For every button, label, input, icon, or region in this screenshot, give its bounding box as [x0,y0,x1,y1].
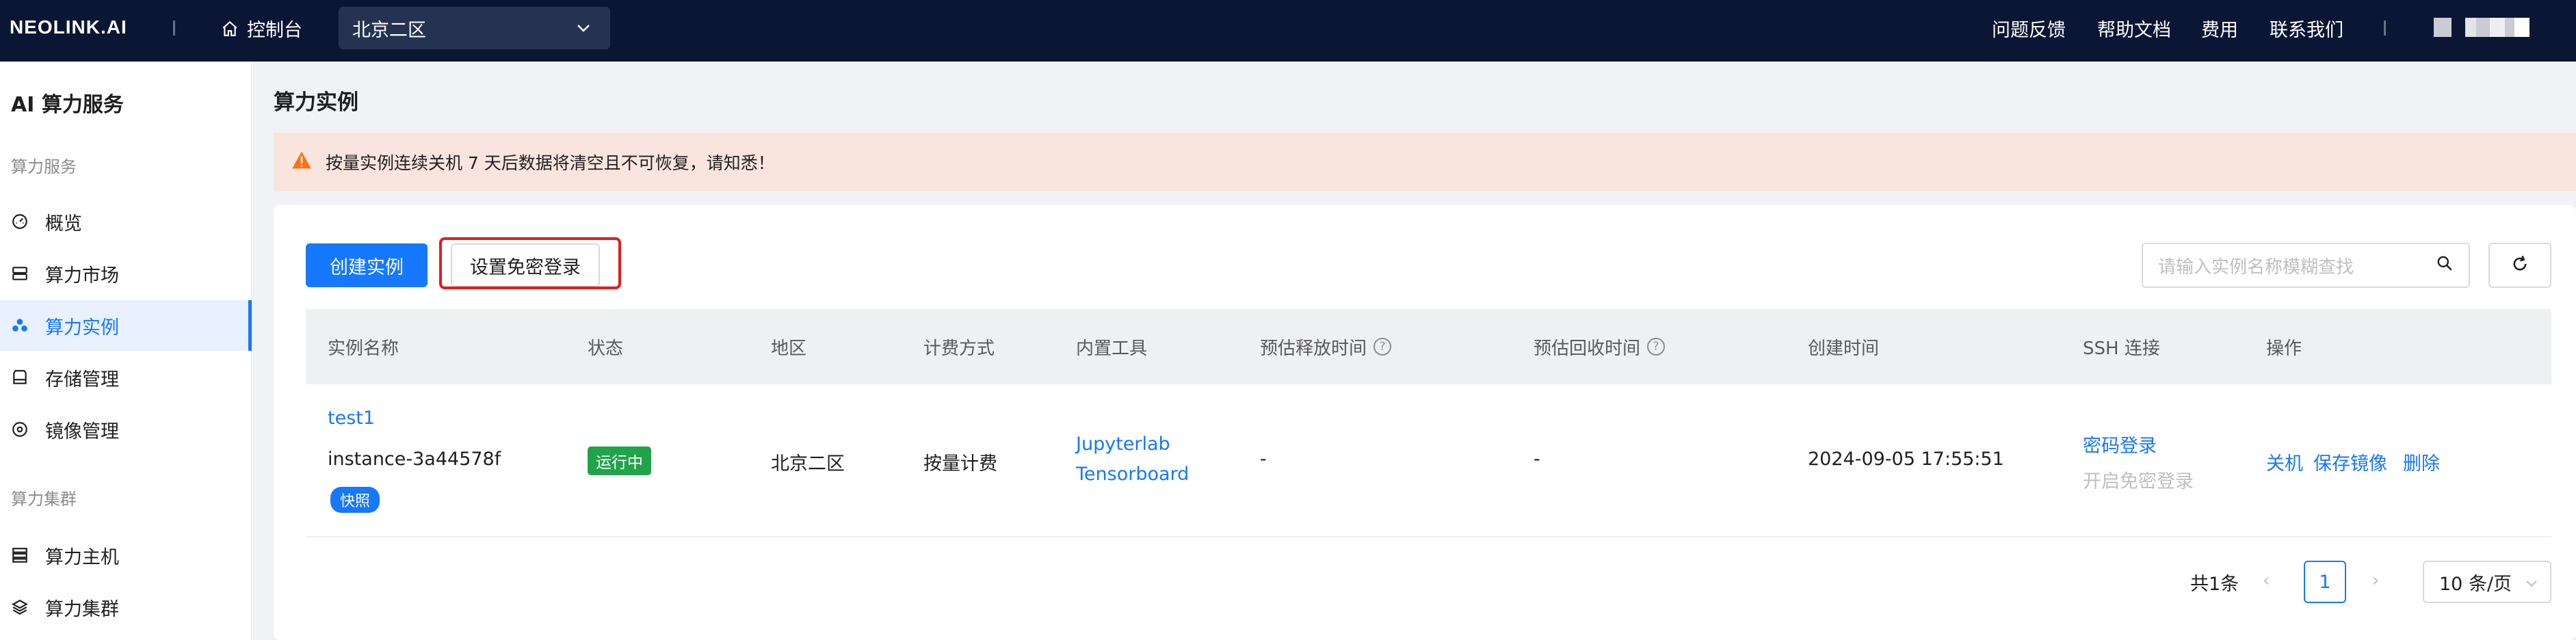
server-icon [10,263,30,284]
image-icon [10,419,30,440]
save-image-link[interactable]: 保存镜像 [2313,449,2387,475]
search-input[interactable]: 请输入实例名称模糊查找 [2142,243,2470,288]
instance-name-link[interactable]: test1 [328,408,375,429]
instance-id: instance-3a44578f [328,449,501,470]
refresh-icon [2510,254,2529,276]
logo[interactable]: NEOLINK.AI [10,16,127,38]
page-size-select[interactable]: 10 条/页 [2423,561,2551,603]
cluster-icon [10,315,30,336]
sidebar-group-label: 算力服务 [11,157,77,176]
sidebar-item-instances[interactable]: 算力实例 [0,300,252,351]
divider [2384,21,2386,36]
sidebar-item-label: 算力集群 [45,598,119,620]
search-icon[interactable] [2436,254,2454,277]
sidebar-item-label: 算力实例 [45,317,119,338]
top-bar: NEOLINK.AI 控制台 北京二区 问题反馈 帮助文档 费用 联系我们 [0,0,2576,62]
shutdown-link[interactable]: 关机 [2266,449,2303,475]
host-icon [10,545,30,565]
sidebar-item-label: 算力市场 [45,265,119,286]
sidebar-item-label: 概览 [45,213,82,235]
sidebar: AI 算力服务 算力服务 概览 算力市场 算力实例 存储管理 镜像管理 算力集群 [0,62,252,640]
help-icon[interactable]: ? [1374,338,1392,356]
warning-icon [291,150,312,174]
release-time-cell: - [1260,449,1267,470]
jupyterlab-link[interactable]: Jupyterlab [1076,434,1170,455]
sidebar-item-market[interactable]: 算力市场 [0,248,252,299]
billing-cell: 按量计费 [923,453,997,475]
passwordless-login-button[interactable]: 设置免密登录 [451,243,600,287]
sidebar-item-storage[interactable]: 存储管理 [0,352,252,403]
region-cell: 北京二区 [771,453,845,475]
sidebar-item-clusters[interactable]: 算力集群 [0,582,252,632]
column-header: SSH 连接 [2083,338,2160,359]
nav-help-docs[interactable]: 帮助文档 [2097,15,2171,42]
alert-text: 按量实例连续关机 7 天后数据将清空且不可恢复，请知悉！ [326,153,775,173]
warning-alert: 按量实例连续关机 7 天后数据将清空且不可恢复，请知悉！ [274,133,2576,191]
passwordless-login-link[interactable]: 开启免密登录 [2083,466,2194,493]
column-header: 地区 [771,338,807,359]
column-header: 计费方式 [923,338,995,359]
console-label: 控制台 [247,20,302,41]
table-header: 实例名称 状态 地区 计费方式 内置工具 预估释放时间? 预估回收时间? 创建时… [306,309,2551,384]
nav-billing[interactable]: 费用 [2201,15,2238,42]
sidebar-title: AI 算力服务 [11,93,124,117]
created-time-cell: 2024-09-05 17:55:51 [1808,449,2004,470]
tensorboard-link[interactable]: Tensorboard [1076,464,1189,485]
dashboard-icon [10,211,30,232]
page-1-button[interactable]: 1 [2304,561,2346,603]
column-header: 操作 [2266,338,2302,359]
chevron-down-icon [2525,572,2538,593]
home-icon [221,20,239,38]
nav-feedback[interactable]: 问题反馈 [1992,15,2066,42]
sidebar-item-label: 算力主机 [45,546,119,568]
status-badge: 运行中 [588,446,651,475]
sidebar-item-label: 存储管理 [45,369,119,390]
page-size-value: 10 条/页 [2439,573,2512,595]
column-header: 状态 [588,338,624,359]
sidebar-item-overview[interactable]: 概览 [0,196,252,247]
sidebar-item-label: 镜像管理 [45,421,119,442]
help-icon[interactable]: ? [1647,338,1666,356]
column-header: 内置工具 [1076,338,1148,359]
chevron-down-icon [576,23,591,33]
nav-contact[interactable]: 联系我们 [2270,15,2343,42]
pagination-total: 共1条 [2190,574,2239,595]
sidebar-item-hosts[interactable]: 算力主机 [0,530,252,581]
refresh-button[interactable] [2488,243,2551,288]
region-select[interactable]: 北京二区 [339,7,610,49]
user-avatar[interactable] [2434,18,2529,37]
page-title: 算力实例 [274,90,358,115]
region-value: 北京二区 [352,19,426,41]
storage-icon [10,367,30,388]
sidebar-group-label: 算力集群 [11,490,77,509]
column-header: 创建时间 [1808,338,1880,359]
sidebar-item-images[interactable]: 镜像管理 [0,404,252,455]
console-link[interactable]: 控制台 [221,15,302,42]
table-row: test1 instance-3a44578f 快照 运行中 北京二区 按量计费… [306,386,2551,537]
column-header: 预估回收时间? [1534,309,1666,384]
divider [173,21,175,36]
layers-icon [10,597,30,617]
prev-page-icon[interactable]: ‹ [2263,570,2270,591]
column-header: 预估释放时间? [1260,309,1392,384]
recycle-time-cell: - [1534,449,1540,470]
create-instance-button[interactable]: 创建实例 [306,243,428,287]
snapshot-badge: 快照 [330,487,380,513]
column-header: 实例名称 [328,338,399,359]
next-page-icon[interactable]: › [2372,570,2379,591]
delete-link[interactable]: 删除 [2403,449,2440,475]
search-placeholder: 请输入实例名称模糊查找 [2158,256,2354,278]
password-login-link[interactable]: 密码登录 [2083,431,2157,457]
